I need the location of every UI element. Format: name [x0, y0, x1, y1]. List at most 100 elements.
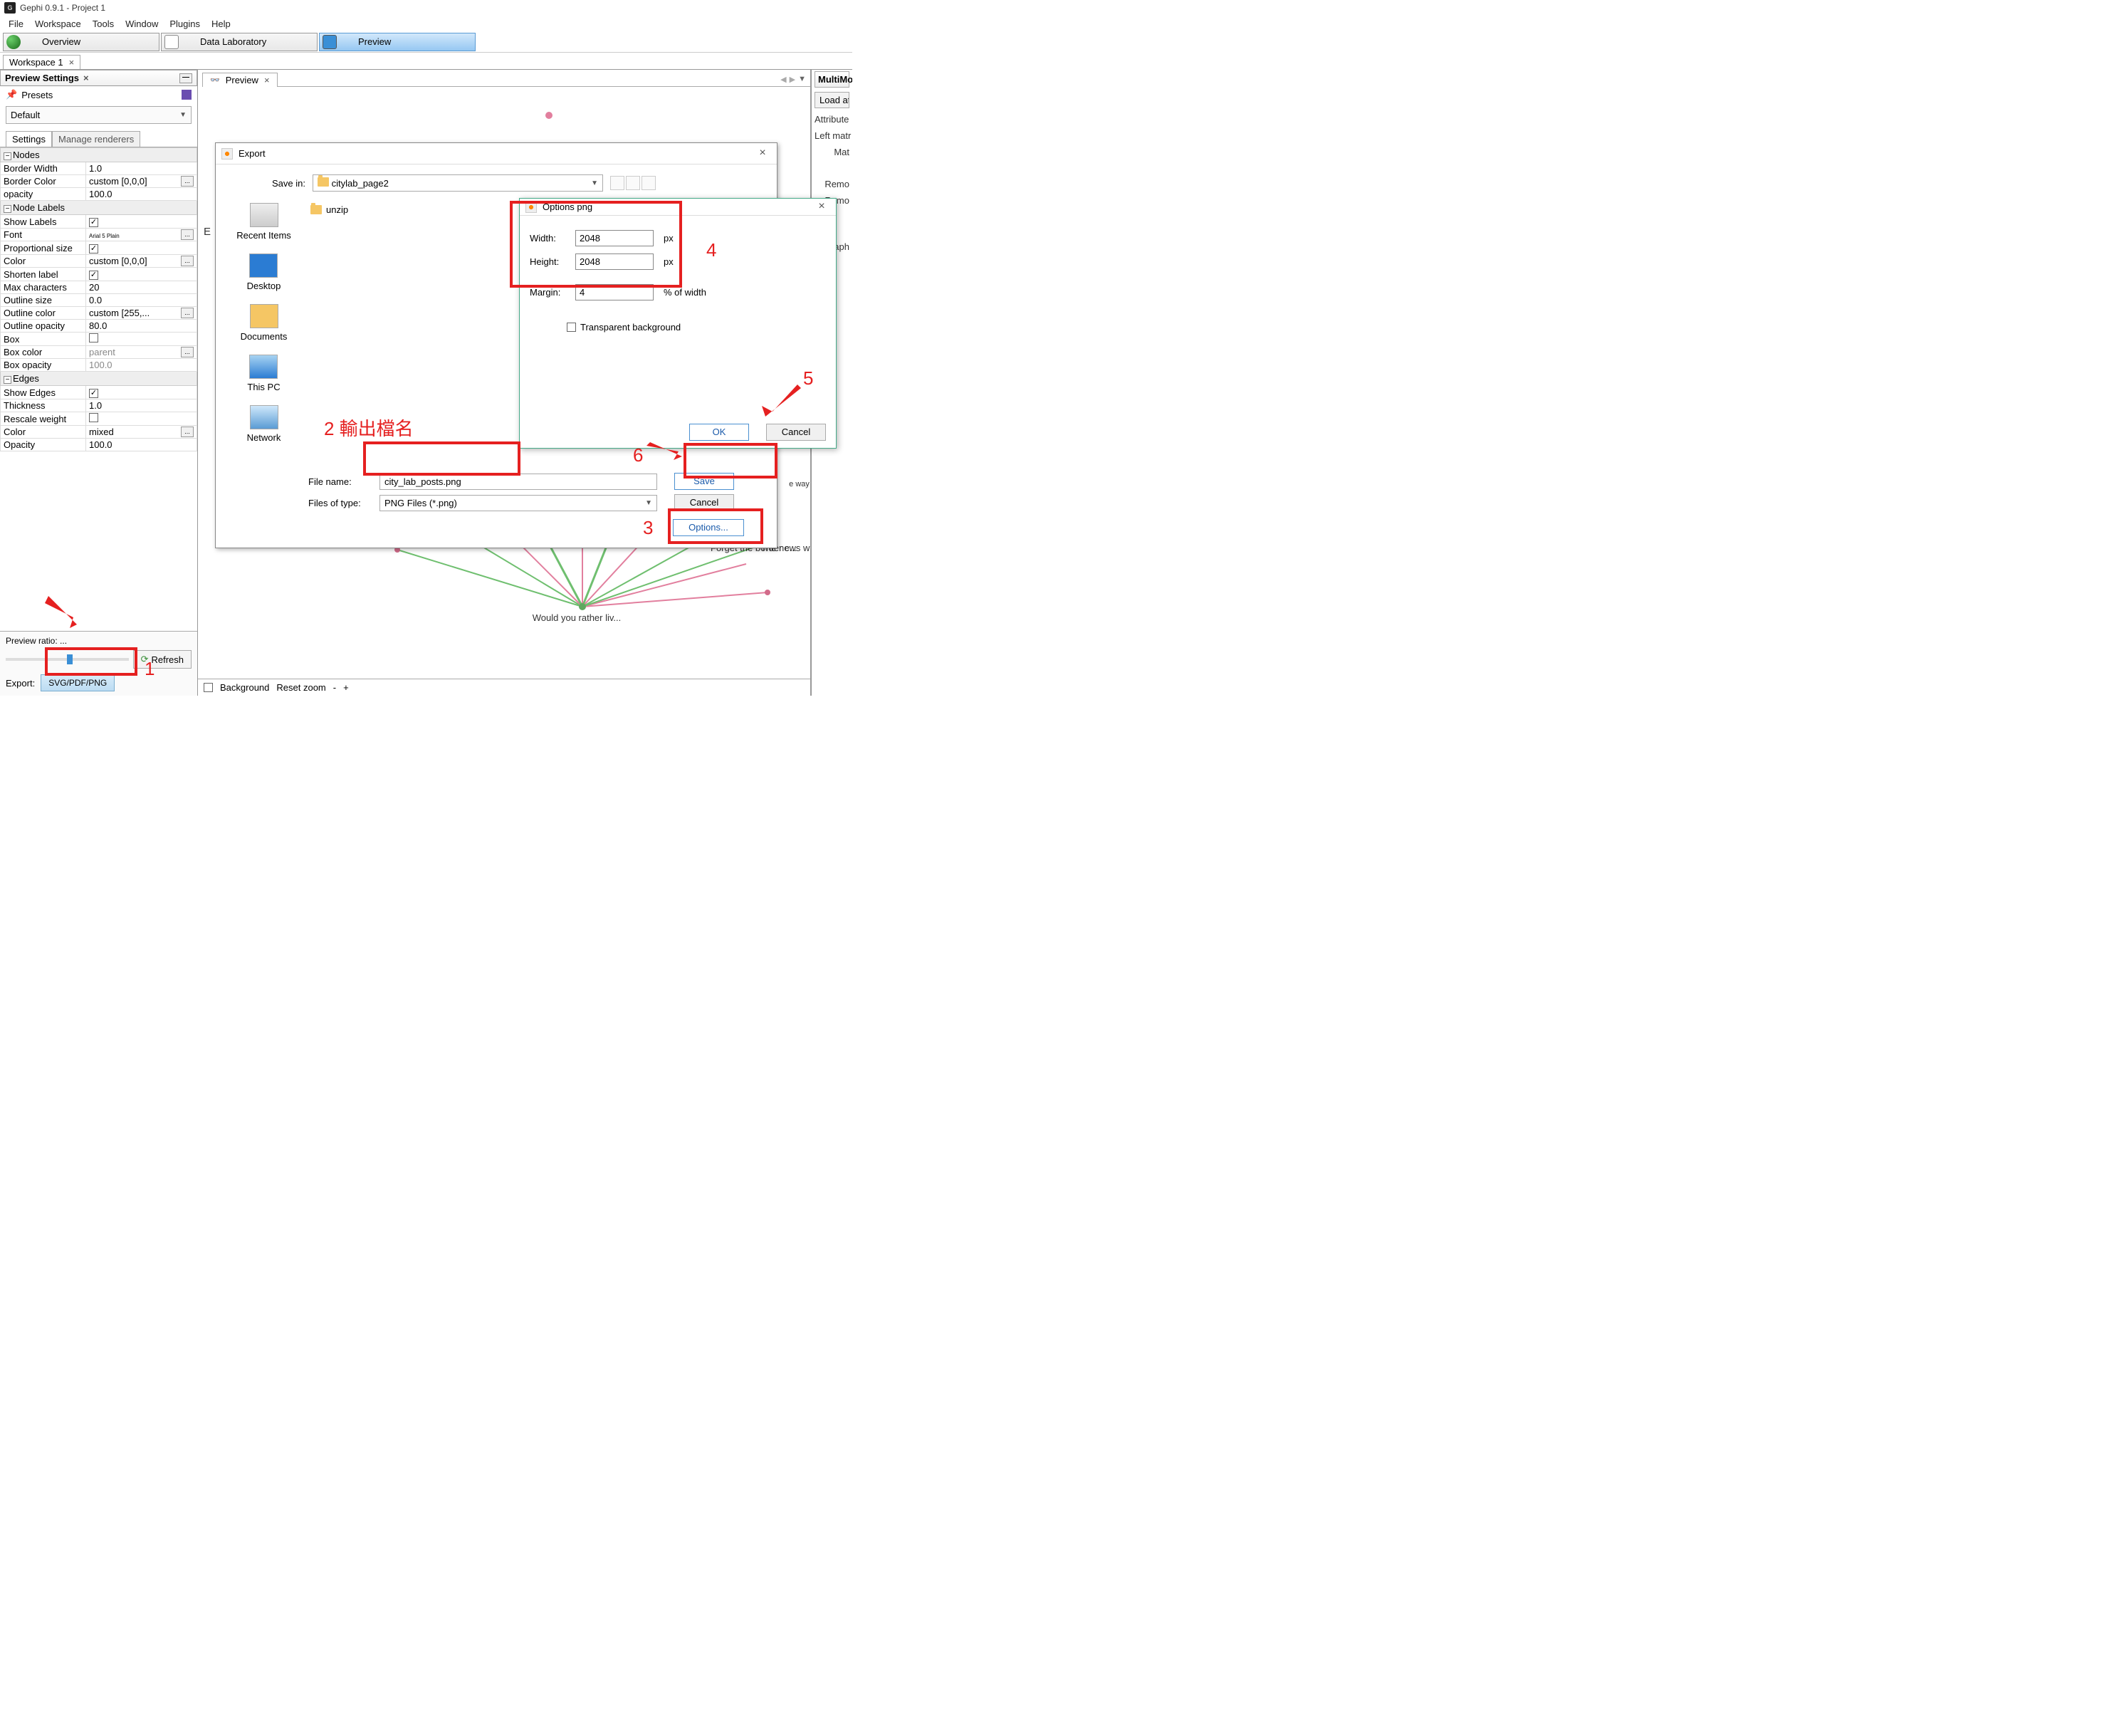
prop-value[interactable]: 20 [86, 281, 197, 294]
subtab-renderers[interactable]: Manage renderers [52, 131, 140, 147]
panel-header: Preview Settings × — [0, 70, 197, 86]
prop-value[interactable]: 100.0 [86, 188, 197, 201]
collapse-icon[interactable]: − [4, 205, 11, 213]
menu-window[interactable]: Window [121, 17, 162, 31]
ellipsis-button[interactable]: ... [181, 347, 194, 357]
save-button[interactable]: Save [674, 473, 734, 490]
height-input[interactable] [575, 253, 654, 270]
ellipsis-button[interactable]: ... [181, 308, 194, 318]
load-attributes-button[interactable]: Load att [815, 92, 849, 108]
transparent-checkbox[interactable] [567, 323, 576, 332]
prop-value[interactable]: 100.0 [86, 439, 197, 451]
filename-label: File name: [308, 476, 372, 487]
prop-value[interactable]: custom [255,... [89, 308, 150, 318]
prop-value[interactable]: custom [0,0,0] [89, 256, 147, 266]
ellipsis-button[interactable]: ... [181, 256, 194, 266]
prop-label: Proportional size [1, 241, 86, 255]
place-thispc[interactable]: This PC [247, 355, 280, 392]
checkbox[interactable] [89, 333, 98, 343]
prop-label: Opacity [1, 439, 86, 451]
export-dialog-titlebar[interactable]: Export × [216, 143, 777, 164]
close-icon[interactable]: × [264, 75, 270, 85]
prop-value[interactable]: 80.0 [86, 320, 197, 333]
dropdown-icon[interactable]: ▼ [798, 75, 806, 84]
annotation-number-3: 3 [643, 517, 653, 539]
svg-pdf-png-button[interactable]: SVG/PDF/PNG [41, 674, 115, 691]
view-data-laboratory[interactable]: Data Laboratory [161, 33, 318, 51]
up-folder-icon[interactable] [610, 176, 624, 190]
minimize-button[interactable]: — [179, 73, 192, 83]
prop-value[interactable]: 100.0 [86, 359, 197, 372]
filename-value: city_lab_posts.png [384, 476, 461, 487]
desktop-icon [249, 253, 278, 278]
preview-ratio-slider[interactable] [6, 658, 129, 661]
prop-value[interactable]: parent [89, 347, 115, 357]
ellipsis-button[interactable]: ... [181, 176, 194, 187]
place-documents[interactable]: Documents [241, 304, 288, 342]
menu-workspace[interactable]: Workspace [31, 17, 85, 31]
cancel-button[interactable]: Cancel [674, 494, 734, 511]
prop-label: opacity [1, 188, 86, 201]
ellipsis-button[interactable]: ... [181, 229, 194, 240]
checkbox[interactable]: ✓ [89, 271, 98, 280]
prop-value[interactable]: mixed [89, 427, 114, 437]
checkbox[interactable]: ✓ [89, 218, 98, 227]
new-folder-icon[interactable] [626, 176, 640, 190]
background-checkbox[interactable] [204, 683, 213, 692]
view-datalab-label: Data Laboratory [200, 36, 266, 47]
view-overview[interactable]: Overview [3, 33, 159, 51]
save-icon[interactable] [182, 90, 192, 100]
places-sidebar: Recent Items Desktop Documents This PC N… [223, 199, 305, 466]
prop-value[interactable]: 0.0 [86, 294, 197, 307]
close-icon[interactable]: × [69, 57, 75, 68]
menu-help[interactable]: Help [207, 17, 235, 31]
zoom-out-button[interactable]: - [333, 682, 336, 693]
close-icon[interactable]: × [83, 73, 89, 83]
close-icon[interactable]: × [813, 200, 830, 214]
place-network[interactable]: Network [247, 405, 281, 443]
menu-plugins[interactable]: Plugins [165, 17, 204, 31]
width-label: Width: [530, 233, 568, 244]
collapse-icon[interactable]: − [4, 152, 11, 160]
save-in-select[interactable]: citylab_page2 ▼ [313, 174, 603, 192]
ok-button[interactable]: OK [689, 424, 749, 441]
collapse-icon[interactable]: − [4, 376, 11, 384]
view-menu-icon[interactable] [642, 176, 656, 190]
settings-list[interactable]: −Nodes Border Width1.0 Border Colorcusto… [0, 147, 197, 631]
zoom-in-button[interactable]: + [343, 682, 349, 693]
checkbox[interactable]: ✓ [89, 389, 98, 398]
prop-value[interactable]: 1.0 [86, 162, 197, 175]
prop-value[interactable]: 1.0 [86, 399, 197, 412]
options-dialog-titlebar[interactable]: Options png × [520, 199, 836, 216]
filename-input[interactable]: city_lab_posts.png [379, 474, 657, 490]
view-preview[interactable]: Preview [319, 33, 476, 51]
width-input[interactable] [575, 230, 654, 246]
margin-input[interactable] [575, 284, 654, 300]
checkbox[interactable] [89, 413, 98, 422]
workspace-tab-1[interactable]: Workspace 1 × [3, 55, 80, 69]
reset-zoom-button[interactable]: Reset zoom [276, 682, 325, 693]
subtab-settings[interactable]: Settings [6, 131, 52, 147]
left-bottom: Preview ratio: ... ⟳ Refresh Export: SVG… [0, 631, 197, 696]
tab-preview[interactable]: 👓 Preview × [202, 73, 278, 88]
options-button[interactable]: Options... [673, 519, 744, 536]
ellipsis-button[interactable]: ... [181, 427, 194, 437]
nav-right-icon[interactable]: ▶ [790, 75, 795, 84]
preset-select[interactable]: Default ▼ [6, 106, 192, 124]
nav-left-icon[interactable]: ◀ [780, 75, 786, 84]
menu-tools[interactable]: Tools [88, 17, 118, 31]
settings-subtabs: Settings Manage renderers [6, 131, 197, 147]
refresh-button[interactable]: ⟳ Refresh [133, 650, 192, 669]
prop-value[interactable]: custom [0,0,0] [89, 176, 147, 187]
prop-value[interactable]: Arial 5 Plain [89, 233, 120, 239]
place-desktop[interactable]: Desktop [247, 253, 281, 291]
menu-file[interactable]: File [4, 17, 28, 31]
place-recent[interactable]: Recent Items [236, 203, 291, 241]
close-icon[interactable]: × [754, 147, 771, 161]
section-node-labels: Node Labels [13, 202, 65, 213]
cancel-button[interactable]: Cancel [766, 424, 826, 441]
filetype-select[interactable]: PNG Files (*.png) ▼ [379, 495, 657, 511]
checkbox[interactable]: ✓ [89, 244, 98, 253]
app-title: Gephi 0.9.1 - Project 1 [20, 3, 105, 13]
save-in-label: Save in: [266, 178, 305, 189]
